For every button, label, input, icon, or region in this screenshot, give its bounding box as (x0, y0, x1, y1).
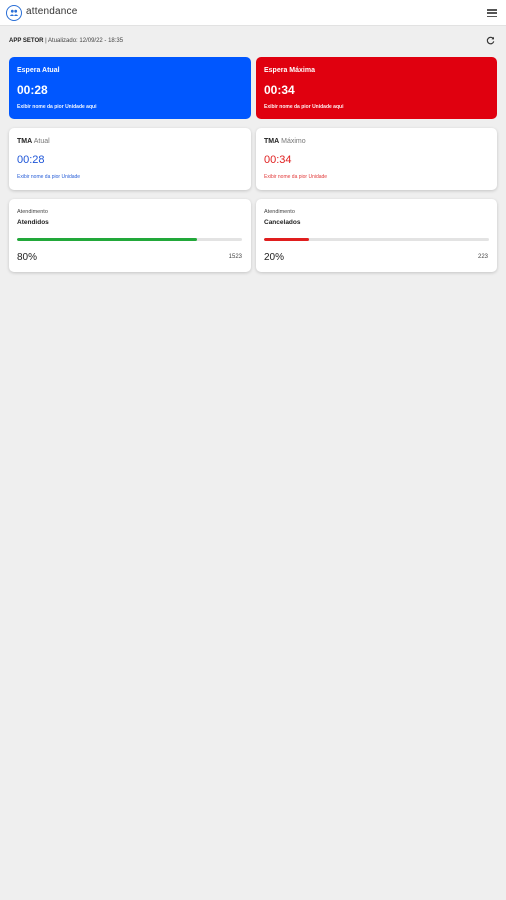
card-count: 1523 (228, 254, 242, 260)
hamburger-menu-icon[interactable] (487, 9, 497, 18)
tma-subtitle: Atual (33, 138, 50, 145)
people-icon (6, 5, 22, 21)
refresh-icon[interactable] (486, 36, 495, 45)
card-title: TMA Máximo (264, 138, 306, 145)
card-title: Atendidos (17, 219, 49, 226)
card-title: Espera Máxima (264, 67, 315, 74)
card-footer: Exibir nome da pior Unidade aqui (264, 104, 344, 110)
card-time: 00:34 (264, 83, 295, 97)
card-label: Atendimento (264, 209, 295, 215)
tma-maximo-card[interactable]: TMA Máximo 00:34 Exibir nome da pior Uni… (256, 128, 497, 190)
atendidos-card[interactable]: Atendimento Atendidos 80% 1523 (9, 199, 251, 272)
progress-track (264, 238, 489, 241)
tma-subtitle: Máximo (281, 138, 306, 145)
card-footer: Exibir nome da pior Unidade aqui (17, 104, 97, 110)
card-count: 223 (477, 254, 488, 260)
card-percentage: 80% (17, 252, 38, 263)
sector-name: APP SETOR (9, 38, 44, 44)
card-title: TMA Atual (17, 138, 50, 145)
updated-timestamp: | Atualizado: 12/09/22 - 18:35 (45, 38, 124, 44)
card-percentage: 20% (264, 252, 285, 263)
card-time: 00:34 (264, 154, 292, 166)
app-name: attendance (26, 6, 78, 17)
espera-maxima-card[interactable]: Espera Máxima 00:34 Exibir nome da pior … (256, 57, 497, 119)
progress-fill (264, 238, 309, 241)
card-title: Cancelados (264, 219, 301, 226)
sector-status: APP SETOR | Atualizado: 12/09/22 - 18:35 (9, 38, 123, 44)
cancelados-card[interactable]: Atendimento Cancelados 20% 223 (256, 199, 497, 272)
tma-label: TMA (264, 138, 280, 145)
card-label: Atendimento (17, 209, 48, 215)
card-time: 00:28 (17, 154, 45, 166)
tma-label: TMA (17, 138, 33, 145)
progress-track (17, 238, 242, 241)
tma-atual-card[interactable]: TMA Atual 00:28 Exibir nome da pior Unid… (9, 128, 251, 190)
card-title: Espera Atual (17, 67, 60, 74)
app-header: attendance (0, 0, 506, 26)
espera-atual-card[interactable]: Espera Atual 00:28 Exibir nome da pior U… (9, 57, 251, 119)
card-footer: Exibir nome da pior Unidade (17, 174, 81, 180)
card-footer: Exibir nome da pior Unidade (264, 174, 328, 180)
progress-fill (17, 238, 197, 241)
card-time: 00:28 (17, 83, 48, 97)
